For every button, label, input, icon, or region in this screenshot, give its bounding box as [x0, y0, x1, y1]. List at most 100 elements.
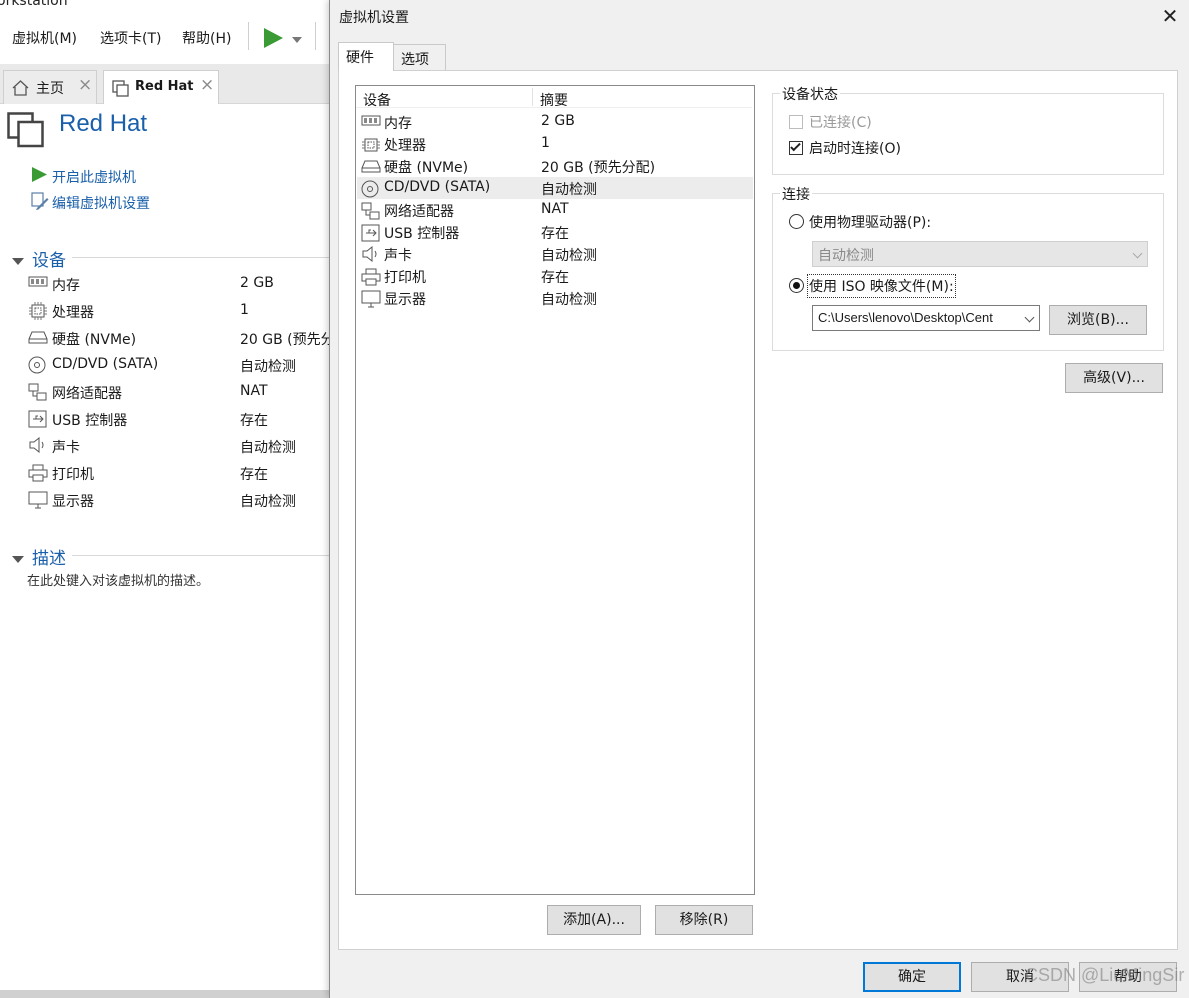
play-icon[interactable]: [262, 27, 284, 53]
usb-icon: [28, 410, 48, 432]
device-value: 自动检测: [240, 494, 296, 510]
list-row-printer[interactable]: 打印机 存在: [357, 265, 753, 287]
advanced-button[interactable]: 高级(V)...: [1065, 363, 1163, 393]
device-list[interactable]: 设备 摘要 内存 2 GB 处理器 1 硬盘 (NVMe) 20 GB (预先分…: [355, 85, 755, 895]
tab-home[interactable]: 主页 ×: [3, 70, 97, 104]
device-row-printer[interactable]: 打印机 存在: [28, 462, 328, 484]
list-row-memory[interactable]: 内存 2 GB: [357, 111, 753, 133]
devices-section-header[interactable]: 设备: [12, 246, 66, 271]
connected-label[interactable]: 已连接(C): [809, 112, 872, 132]
chevron-down-icon[interactable]: [1024, 312, 1035, 323]
main-tab-strip: 主页 × Red Hat ×: [0, 64, 330, 104]
home-icon: [12, 80, 29, 100]
list-row-network[interactable]: 网络适配器 NAT: [357, 199, 753, 221]
device-value: NAT: [240, 383, 268, 399]
iso-image-label[interactable]: 使用 ISO 映像文件(M):: [807, 274, 956, 298]
edit-settings-link[interactable]: 编辑虚拟机设置: [52, 193, 150, 213]
column-separator[interactable]: [532, 88, 533, 106]
device-value: 存在: [240, 467, 268, 483]
connect-on-power-label[interactable]: 启动时连接(O): [809, 138, 901, 158]
close-icon[interactable]: ✕: [1156, 2, 1184, 30]
list-row-display[interactable]: 显示器 自动检测: [357, 287, 753, 309]
device-name: 显示器: [52, 494, 94, 510]
connect-on-power-checkbox[interactable]: [789, 140, 803, 155]
menu-vm[interactable]: 虚拟机(M): [12, 28, 77, 48]
device-row-memory[interactable]: 内存 2 GB: [28, 273, 328, 295]
device-row-hard-disk[interactable]: 硬盘 (NVMe) 20 GB (预先分: [28, 327, 335, 349]
section-divider: [72, 555, 330, 556]
memory-icon: [28, 275, 48, 293]
processor-icon: [28, 302, 48, 324]
hard-disk-icon: [361, 158, 381, 178]
list-row-processor[interactable]: 处理器 1: [357, 133, 753, 155]
power-on-link[interactable]: 开启此虚拟机: [52, 167, 136, 187]
device-name: 打印机: [52, 467, 94, 483]
play-dropdown-chevron-icon[interactable]: [291, 32, 303, 48]
ok-button[interactable]: 确定: [863, 962, 961, 992]
physical-drive-select[interactable]: 自动检测: [812, 241, 1148, 267]
device-value: 自动检测: [240, 440, 296, 456]
iso-path-value: C:\Users\lenovo\Desktop\Cent: [818, 310, 993, 325]
browse-button[interactable]: 浏览(B)...: [1049, 305, 1147, 335]
device-row-display[interactable]: 显示器 自动检测: [28, 489, 328, 511]
device-status-title: 设备状态: [780, 84, 840, 104]
column-device[interactable]: 设备: [363, 90, 391, 110]
edit-settings-icon[interactable]: [31, 192, 49, 214]
cd-dvd-icon: [28, 356, 46, 378]
device-name: 打印机: [384, 270, 426, 286]
printer-icon: [28, 464, 48, 486]
add-button[interactable]: 添加(A)...: [547, 905, 641, 935]
network-adapter-icon: [28, 383, 48, 405]
power-on-icon[interactable]: [31, 166, 48, 187]
chevron-down-icon: [1132, 248, 1143, 259]
device-value: 自动检测: [240, 359, 296, 375]
device-summary: 自动检测: [541, 182, 597, 198]
menu-help[interactable]: 帮助(H): [182, 28, 231, 48]
device-row-sound[interactable]: 声卡 自动检测: [28, 435, 328, 457]
vm-settings-dialog: 虚拟机设置 ✕ 硬件 选项 设备 摘要 内存 2 GB 处理器 1 硬盘 (NV…: [329, 0, 1189, 998]
device-name: 硬盘 (NVMe): [384, 160, 469, 176]
speaker-icon: [28, 436, 48, 457]
description-placeholder[interactable]: 在此处键入对该虚拟机的描述。: [27, 570, 209, 589]
device-name: CD/DVD (SATA): [384, 179, 491, 195]
device-row-usb[interactable]: USB 控制器 存在: [28, 408, 328, 430]
physical-drive-radio[interactable]: [789, 214, 804, 229]
device-row-processor[interactable]: 处理器 1: [28, 300, 328, 322]
device-status-group: [772, 93, 1164, 175]
tab-options-label: 选项: [401, 52, 429, 68]
devices-section-title: 设备: [32, 251, 66, 271]
list-row-hard-disk[interactable]: 硬盘 (NVMe) 20 GB (预先分配): [357, 155, 753, 177]
description-section-title: 描述: [32, 549, 66, 569]
close-tab-icon[interactable]: ×: [200, 75, 214, 95]
list-row-sound[interactable]: 声卡 自动检测: [357, 243, 753, 265]
vm-icon: [112, 80, 129, 101]
monitor-icon: [28, 491, 48, 513]
physical-drive-label[interactable]: 使用物理驱动器(P):: [809, 212, 931, 232]
device-row-network[interactable]: 网络适配器 NAT: [28, 381, 328, 403]
column-summary[interactable]: 摘要: [540, 90, 568, 110]
device-summary: 存在: [541, 270, 569, 286]
description-section-header[interactable]: 描述: [12, 544, 66, 569]
connected-checkbox[interactable]: [789, 115, 803, 129]
device-name: 内存: [384, 116, 412, 132]
device-summary: 自动检测: [541, 248, 597, 264]
memory-icon: [361, 114, 381, 132]
tab-hardware[interactable]: 硬件: [338, 42, 394, 71]
iso-path-input[interactable]: C:\Users\lenovo\Desktop\Cent: [812, 305, 1040, 331]
tab-red-hat[interactable]: Red Hat ×: [103, 70, 219, 104]
list-row-usb[interactable]: USB 控制器 存在: [357, 221, 753, 243]
menu-divider: [248, 22, 249, 50]
device-value: 存在: [240, 413, 268, 429]
section-divider: [72, 257, 330, 258]
window-title: orkstation: [0, 0, 68, 9]
device-row-cd-dvd[interactable]: CD/DVD (SATA) 自动检测: [28, 354, 328, 376]
remove-button[interactable]: 移除(R): [655, 905, 753, 935]
menu-tabs[interactable]: 选项卡(T): [100, 28, 161, 48]
tab-options[interactable]: 选项: [393, 44, 446, 70]
physical-drive-value: 自动检测: [818, 248, 874, 264]
list-row-cd-dvd[interactable]: CD/DVD (SATA) 自动检测: [357, 177, 753, 199]
device-name: CD/DVD (SATA): [52, 356, 159, 372]
close-tab-icon[interactable]: ×: [78, 75, 92, 95]
iso-image-radio[interactable]: [789, 278, 804, 293]
connection-title: 连接: [780, 184, 812, 204]
